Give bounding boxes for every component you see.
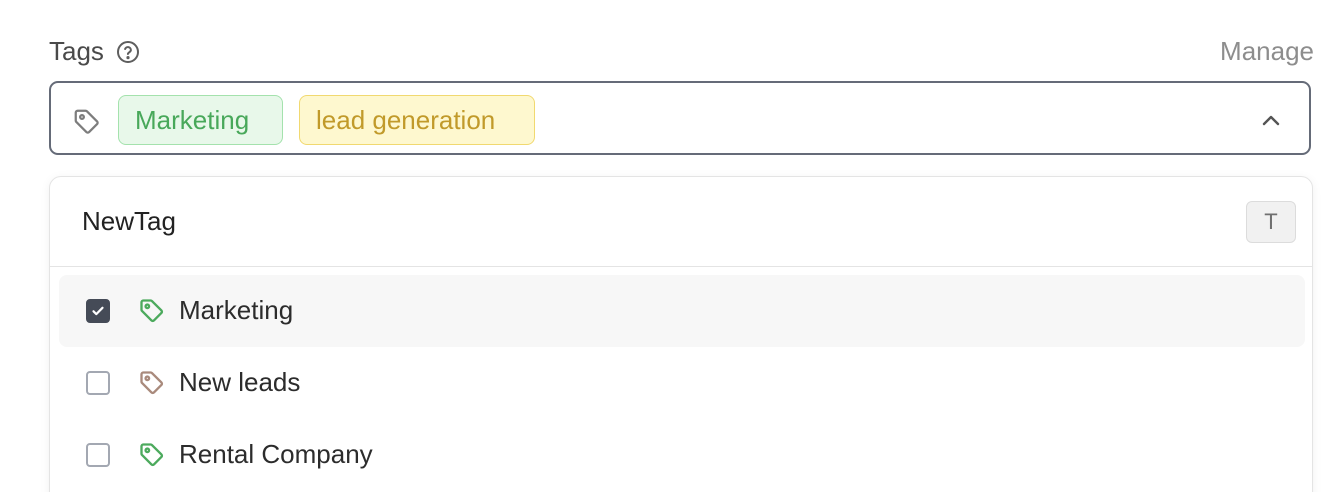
chevron-up-icon[interactable] [1259, 109, 1283, 133]
tag-option-label: New leads [179, 367, 301, 397]
tag-icon [138, 297, 166, 325]
tags-dropdown: T Marketing [49, 176, 1313, 492]
selected-tag-chip-marketing[interactable]: Marketing [118, 95, 283, 145]
manage-link[interactable]: Manage [1220, 36, 1314, 67]
tag-icon [138, 369, 166, 397]
tags-label: Tags [49, 36, 140, 67]
tags-select[interactable]: Marketing lead generation [49, 81, 1311, 155]
tags-label-text: Tags [49, 36, 104, 66]
tag-search-row: T [50, 177, 1312, 267]
checkbox-checked[interactable] [86, 299, 110, 323]
checkbox-unchecked[interactable] [86, 371, 110, 395]
keyboard-shortcut-badge: T [1246, 201, 1296, 243]
tag-search-input[interactable] [82, 201, 1182, 241]
tag-icon [72, 107, 102, 137]
checkbox-unchecked[interactable] [86, 443, 110, 467]
tags-field: Tags Manage Marketing lead generation Ne… [0, 0, 1342, 492]
tag-option-marketing[interactable]: Marketing [59, 275, 1305, 347]
tag-option-rental-company[interactable]: Rental Company [59, 419, 1305, 491]
question-circle-icon[interactable] [116, 40, 140, 64]
tag-option-new-leads[interactable]: New leads [59, 347, 1305, 419]
tag-icon [138, 441, 166, 469]
tag-option-label: Marketing [179, 295, 294, 325]
tag-option-label: Rental Company [179, 439, 373, 469]
selected-tag-chip-lead-generation[interactable]: lead generation [299, 95, 535, 145]
